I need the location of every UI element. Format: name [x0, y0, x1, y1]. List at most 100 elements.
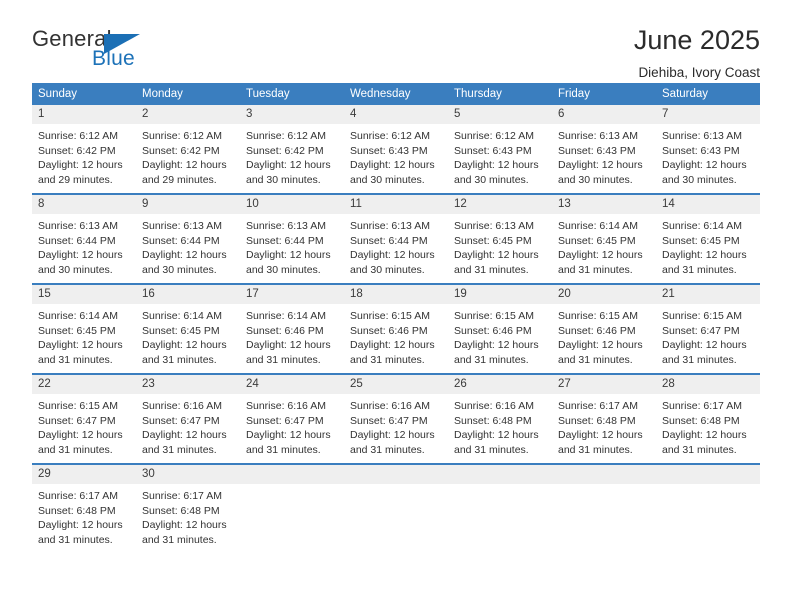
day-details: Sunrise: 6:15 AM Sunset: 6:46 PM Daylight:… [344, 304, 448, 367]
calendar-day-cell[interactable]: 13 Sunrise: 6:14 AM Sunset: 6:45 PM Dayligh… [552, 193, 656, 284]
calendar-day-cell [552, 463, 656, 553]
calendar-day-cell[interactable]: 25 Sunrise: 6:16 AM Sunset: 6:47 PM Dayligh… [344, 373, 448, 464]
day-cell-inner: 27 Sunrise: 6:17 AM Sunset: 6:48 PM Dayligh… [552, 375, 656, 463]
day-number: 13 [552, 195, 656, 214]
daylight-text: Daylight: 12 hours and 31 minutes. [142, 339, 227, 366]
calendar-day-cell[interactable]: 29 Sunrise: 6:17 AM Sunset: 6:48 PM Dayligh… [32, 463, 136, 553]
sunrise-text: Sunrise: 6:13 AM [662, 130, 742, 142]
calendar-day-cell[interactable]: 28 Sunrise: 6:17 AM Sunset: 6:48 PM Dayligh… [656, 373, 760, 464]
calendar-day-cell[interactable]: 5 Sunrise: 6:12 AM Sunset: 6:43 PM Daylight… [448, 105, 552, 194]
sunset-text: Sunset: 6:43 PM [454, 144, 532, 157]
daylight-text: Daylight: 12 hours and 31 minutes. [454, 249, 539, 276]
day-cell-inner: 11 Sunrise: 6:13 AM Sunset: 6:44 PM Dayligh… [344, 195, 448, 283]
day-cell-inner: 29 Sunrise: 6:17 AM Sunset: 6:48 PM Dayligh… [32, 465, 136, 553]
sunset-text: Sunset: 6:44 PM [142, 234, 220, 247]
sunrise-text: Sunrise: 6:13 AM [38, 220, 118, 232]
sunrise-text: Sunrise: 6:16 AM [246, 400, 326, 412]
calendar-day-cell[interactable]: 12 Sunrise: 6:13 AM Sunset: 6:45 PM Dayligh… [448, 193, 552, 284]
calendar-day-cell[interactable]: 4 Sunrise: 6:12 AM Sunset: 6:43 PM Daylight… [344, 105, 448, 194]
day-details [656, 484, 760, 489]
calendar-day-cell[interactable]: 18 Sunrise: 6:15 AM Sunset: 6:46 PM Dayligh… [344, 283, 448, 374]
calendar-day-cell[interactable]: 30 Sunrise: 6:17 AM Sunset: 6:48 PM Dayligh… [136, 463, 240, 553]
weekday-header-monday: Monday [136, 83, 240, 105]
day-cell-inner: 22 Sunrise: 6:15 AM Sunset: 6:47 PM Dayligh… [32, 375, 136, 463]
calendar-week-row: 1 Sunrise: 6:12 AM Sunset: 6:42 PM Daylight… [32, 105, 760, 194]
day-number: 7 [656, 105, 760, 124]
calendar-day-cell[interactable]: 20 Sunrise: 6:15 AM Sunset: 6:46 PM Dayligh… [552, 283, 656, 374]
sunset-text: Sunset: 6:46 PM [246, 324, 324, 337]
day-details: Sunrise: 6:12 AM Sunset: 6:43 PM Daylight:… [344, 124, 448, 187]
day-details: Sunrise: 6:16 AM Sunset: 6:48 PM Daylight:… [448, 394, 552, 457]
calendar-day-cell[interactable]: 1 Sunrise: 6:12 AM Sunset: 6:42 PM Daylight… [32, 105, 136, 194]
sunrise-text: Sunrise: 6:15 AM [38, 400, 118, 412]
calendar-day-cell[interactable]: 6 Sunrise: 6:13 AM Sunset: 6:43 PM Daylight… [552, 105, 656, 194]
calendar-page: General Blue June 2025 Diehiba, Ivory Co… [0, 0, 792, 612]
calendar-day-cell[interactable]: 21 Sunrise: 6:15 AM Sunset: 6:47 PM Dayligh… [656, 283, 760, 374]
general-blue-logo[interactable]: General Blue [32, 26, 152, 76]
sunrise-text: Sunrise: 6:17 AM [38, 490, 118, 502]
day-details [448, 484, 552, 489]
day-number: 14 [656, 195, 760, 214]
calendar-day-cell[interactable]: 3 Sunrise: 6:12 AM Sunset: 6:42 PM Daylight… [240, 105, 344, 194]
day-cell-inner: 9 Sunrise: 6:13 AM Sunset: 6:44 PM Daylight… [136, 195, 240, 283]
calendar-day-cell[interactable]: 14 Sunrise: 6:14 AM Sunset: 6:45 PM Dayligh… [656, 193, 760, 284]
sunset-text: Sunset: 6:46 PM [454, 324, 532, 337]
sunrise-text: Sunrise: 6:15 AM [662, 310, 742, 322]
sunset-text: Sunset: 6:43 PM [662, 144, 740, 157]
calendar-day-cell[interactable]: 19 Sunrise: 6:15 AM Sunset: 6:46 PM Dayligh… [448, 283, 552, 374]
day-number: 8 [32, 195, 136, 214]
day-number: 17 [240, 285, 344, 304]
calendar-day-cell[interactable]: 8 Sunrise: 6:13 AM Sunset: 6:44 PM Daylight… [32, 193, 136, 284]
calendar-day-cell[interactable]: 23 Sunrise: 6:16 AM Sunset: 6:47 PM Dayligh… [136, 373, 240, 464]
day-number [552, 465, 656, 484]
day-number: 16 [136, 285, 240, 304]
day-cell-inner [448, 465, 552, 553]
daylight-text: Daylight: 12 hours and 31 minutes. [454, 339, 539, 366]
page-title: June 2025 [633, 25, 760, 55]
calendar-day-cell[interactable]: 22 Sunrise: 6:15 AM Sunset: 6:47 PM Dayligh… [32, 373, 136, 464]
daylight-text: Daylight: 12 hours and 31 minutes. [246, 339, 331, 366]
calendar-day-cell[interactable]: 17 Sunrise: 6:14 AM Sunset: 6:46 PM Dayligh… [240, 283, 344, 374]
daylight-text: Daylight: 12 hours and 31 minutes. [350, 429, 435, 456]
sunrise-text: Sunrise: 6:17 AM [558, 400, 638, 412]
day-number: 15 [32, 285, 136, 304]
calendar-day-cell[interactable]: 7 Sunrise: 6:13 AM Sunset: 6:43 PM Daylight… [656, 105, 760, 194]
calendar-day-cell[interactable]: 2 Sunrise: 6:12 AM Sunset: 6:42 PM Daylight… [136, 105, 240, 194]
day-details: Sunrise: 6:15 AM Sunset: 6:47 PM Daylight:… [656, 304, 760, 367]
calendar-day-cell [656, 463, 760, 553]
calendar-day-cell [448, 463, 552, 553]
calendar-day-cell[interactable]: 26 Sunrise: 6:16 AM Sunset: 6:48 PM Dayligh… [448, 373, 552, 464]
sunrise-text: Sunrise: 6:13 AM [350, 220, 430, 232]
day-details: Sunrise: 6:12 AM Sunset: 6:42 PM Daylight:… [240, 124, 344, 187]
weekday-header-friday: Friday [552, 83, 656, 105]
day-details: Sunrise: 6:12 AM Sunset: 6:42 PM Daylight:… [32, 124, 136, 187]
calendar-table: Sunday Monday Tuesday Wednesday Thursday… [32, 83, 760, 553]
day-details [240, 484, 344, 489]
day-cell-inner: 30 Sunrise: 6:17 AM Sunset: 6:48 PM Dayligh… [136, 465, 240, 553]
day-cell-inner: 3 Sunrise: 6:12 AM Sunset: 6:42 PM Daylight… [240, 105, 344, 193]
day-cell-inner [344, 465, 448, 553]
day-cell-inner: 10 Sunrise: 6:13 AM Sunset: 6:44 PM Dayligh… [240, 195, 344, 283]
daylight-text: Daylight: 12 hours and 30 minutes. [246, 249, 331, 276]
calendar-day-cell[interactable]: 27 Sunrise: 6:17 AM Sunset: 6:48 PM Dayligh… [552, 373, 656, 464]
day-details: Sunrise: 6:13 AM Sunset: 6:43 PM Daylight:… [656, 124, 760, 187]
day-details: Sunrise: 6:13 AM Sunset: 6:44 PM Daylight:… [344, 214, 448, 277]
day-number: 18 [344, 285, 448, 304]
weekday-header-thursday: Thursday [448, 83, 552, 105]
daylight-text: Daylight: 12 hours and 30 minutes. [558, 159, 643, 186]
sunrise-text: Sunrise: 6:13 AM [454, 220, 534, 232]
calendar-day-cell[interactable]: 24 Sunrise: 6:16 AM Sunset: 6:47 PM Dayligh… [240, 373, 344, 464]
day-number [240, 465, 344, 484]
daylight-text: Daylight: 12 hours and 31 minutes. [350, 339, 435, 366]
day-details: Sunrise: 6:17 AM Sunset: 6:48 PM Daylight:… [32, 484, 136, 547]
day-cell-inner: 19 Sunrise: 6:15 AM Sunset: 6:46 PM Dayligh… [448, 285, 552, 373]
calendar-day-cell[interactable]: 11 Sunrise: 6:13 AM Sunset: 6:44 PM Dayligh… [344, 193, 448, 284]
calendar-day-cell[interactable]: 15 Sunrise: 6:14 AM Sunset: 6:45 PM Dayligh… [32, 283, 136, 374]
day-number: 5 [448, 105, 552, 124]
sunset-text: Sunset: 6:45 PM [38, 324, 116, 337]
calendar-day-cell[interactable]: 16 Sunrise: 6:14 AM Sunset: 6:45 PM Dayligh… [136, 283, 240, 374]
day-details: Sunrise: 6:17 AM Sunset: 6:48 PM Daylight:… [552, 394, 656, 457]
calendar-day-cell[interactable]: 9 Sunrise: 6:13 AM Sunset: 6:44 PM Daylight… [136, 193, 240, 284]
day-number: 24 [240, 375, 344, 394]
calendar-day-cell[interactable]: 10 Sunrise: 6:13 AM Sunset: 6:44 PM Dayligh… [240, 193, 344, 284]
